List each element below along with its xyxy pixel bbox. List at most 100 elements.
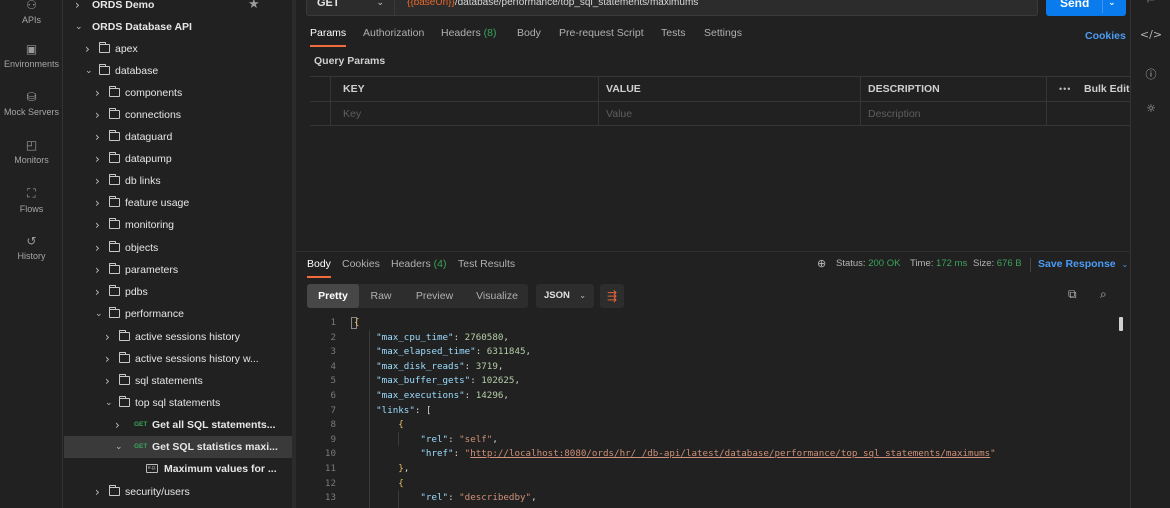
response-tab-body[interactable]: Body [307,258,331,278]
chevron-down-icon[interactable]: ⌄ [95,303,103,325]
folder-item[interactable]: › monitoring [64,214,292,236]
line-text: }, [354,462,409,477]
globe-icon[interactable]: ⊕ [817,257,826,270]
copy-icon[interactable]: ⧉ [1068,287,1077,302]
collection-item[interactable]: ⌄ ORDS Database API [64,16,292,38]
chevron-down-icon[interactable]: ⌄ [115,436,123,458]
tab-body[interactable]: Body [517,27,541,39]
response-tab-cookies[interactable]: Cookies [342,258,380,270]
url-path: /database/performance/top_sql_statements… [454,0,699,8]
code-line: 4 "max_disk_reads": 3719, [306,360,1126,375]
response-body-editor[interactable]: 1{2 "max_cpu_time": 2760580, 3 "max_elaps… [306,316,1130,508]
chevron-right-icon[interactable]: › [115,414,120,436]
tab-pre-request-script[interactable]: Pre-request Script [559,27,644,39]
rail-item-flows[interactable]: ⛶ Flows [0,186,63,214]
folder-item[interactable]: › components [64,82,292,104]
chevron-right-icon[interactable]: › [105,370,110,392]
chevron-right-icon[interactable]: › [95,192,100,214]
code-line: 9 "rel": "self", [306,433,1126,448]
folder-item[interactable]: › feature usage [64,192,292,214]
code-token: 14296 [475,390,504,401]
chevron-down-icon[interactable]: ⌄ [75,16,83,38]
value-input[interactable]: Value [606,102,632,126]
info-icon[interactable]: ⓘ [1131,66,1170,82]
search-icon[interactable]: ⌕ [1100,287,1107,302]
chevron-right-icon[interactable]: › [95,259,100,281]
chevron-right-icon[interactable]: › [105,326,110,348]
chevron-right-icon[interactable]: › [95,126,100,148]
folder-item[interactable]: › security/users [64,481,292,503]
folder-item[interactable]: › db links [64,170,292,192]
view-mode-pretty[interactable]: Pretty [307,284,359,308]
response-resize-handle[interactable] [296,251,1130,252]
folder-item[interactable]: › dataguard [64,126,292,148]
folder-item[interactable]: › parameters [64,259,292,281]
folder-item[interactable]: › connections [64,104,292,126]
method-select[interactable]: GET ⌄ [307,0,395,15]
chevron-right-icon[interactable]: › [105,348,110,370]
save-response-button[interactable]: Save Response ⌄ [1038,258,1128,270]
tab-settings[interactable]: Settings [704,27,742,39]
rail-item-mock-servers[interactable]: ⛁ Mock Servers [0,90,63,117]
rail-item-apis[interactable]: ⚇ APIs [0,0,63,25]
send-options-chevron-icon[interactable]: ⌄ [1108,0,1116,16]
folder-item[interactable]: › apex [64,38,292,60]
cookies-link[interactable]: Cookies [1085,30,1126,42]
lightbulb-icon[interactable]: ☼ [1131,102,1170,115]
wrap-lines-icon[interactable]: ⇶ [600,284,624,308]
chevron-right-icon[interactable]: › [95,214,100,236]
folder-item[interactable]: ⌄ top sql statements [64,392,292,414]
url-input[interactable]: {{baseUrl}}/database/performance/top_sql… [407,0,698,15]
folder-item[interactable]: ⌄ database [64,60,292,82]
tab-tests[interactable]: Tests [661,27,686,39]
tab-authorization[interactable]: Authorization [363,27,424,39]
chevron-right-icon[interactable]: › [95,148,100,170]
folder-item[interactable]: › pdbs [64,281,292,303]
rail-item-monitors[interactable]: ◰ Monitors [0,138,63,165]
code-token: 102625 [481,375,515,387]
editor-scrollbar[interactable] [1119,317,1123,331]
chevron-right-icon[interactable]: › [95,82,100,104]
code-icon[interactable]: </> [1131,28,1170,41]
folder-item[interactable]: › active sessions history w... [64,348,292,370]
folder-item[interactable]: › sql statements [64,370,292,392]
folder-item[interactable]: › datapump [64,148,292,170]
view-mode-visualize[interactable]: Visualize [466,284,528,308]
chevron-down-icon[interactable]: ⌄ [85,60,93,82]
more-options-icon[interactable]: ••• [1059,77,1071,101]
rail-item-history[interactable]: ↺ History [0,234,63,261]
response-tab-test-results[interactable]: Test Results [458,258,515,270]
rail-item-environments[interactable]: ▣ Environments [0,42,63,69]
folder-item[interactable]: ⌄ performance [64,303,292,325]
tab-headers[interactable]: Headers (8) [441,27,496,39]
folder-item[interactable]: › active sessions history [64,326,292,348]
chevron-right-icon[interactable]: › [95,170,100,192]
sidebar-toggle-icon[interactable]: ⌐ [1131,0,1170,7]
tab-label: Authorization [363,27,425,39]
bulk-edit-button[interactable]: Bulk Edit [1084,77,1130,101]
chevron-right-icon[interactable]: › [75,0,80,16]
chevron-right-icon[interactable]: › [95,104,100,126]
chevron-down-icon[interactable]: ⌄ [105,392,113,414]
request-item[interactable]: › GET Get all SQL statements... [64,414,292,436]
request-item[interactable]: ⌄ GET Get SQL statistics maxi... [64,436,292,458]
example-item[interactable]: e.g. Maximum values for ... [64,458,292,480]
folder-item[interactable]: › objects [64,237,292,259]
send-button[interactable]: Send ⌄ [1046,0,1126,16]
response-tab-headers[interactable]: Headers (4) [391,258,446,270]
collection-item[interactable]: › ORDS Demo [64,0,292,16]
code-token: : [464,390,476,401]
view-mode-preview[interactable]: Preview [403,284,466,308]
chevron-right-icon[interactable]: › [95,281,100,303]
description-input[interactable]: Description [868,102,921,126]
chevron-right-icon[interactable]: › [95,237,100,259]
method-label: GET [317,0,340,9]
chevron-right-icon[interactable]: › [95,481,100,503]
chevron-right-icon[interactable]: › [85,38,90,60]
tab-params[interactable]: Params [310,27,347,47]
key-input[interactable]: Key [343,102,361,126]
format-select[interactable]: JSON ⌄ [536,284,594,308]
view-mode-raw[interactable]: Raw [359,284,403,308]
environments-icon: ▣ [25,42,38,56]
